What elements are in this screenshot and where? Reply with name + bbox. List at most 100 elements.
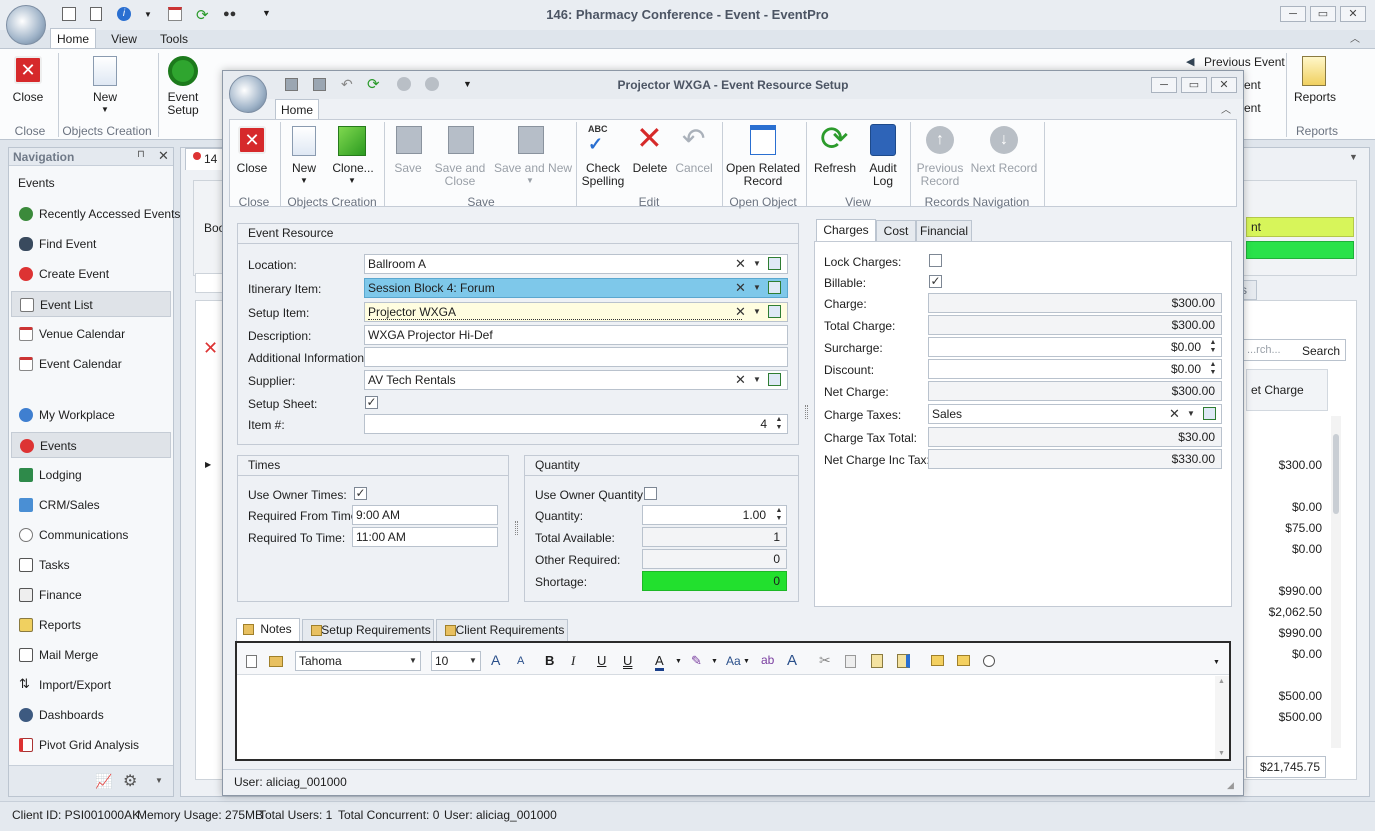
setup-sheet-checkbox[interactable]: ✓	[365, 396, 378, 409]
underline-icon[interactable]: U	[597, 653, 606, 668]
use-owner-quantity-checkbox[interactable]	[644, 487, 657, 500]
next-event-partial[interactable]: ent	[1244, 78, 1261, 92]
nav-find-event[interactable]: Find Event	[11, 231, 171, 257]
italic-icon[interactable]: I	[571, 653, 575, 669]
ribbon-collapse-icon[interactable]: ︿	[1350, 30, 1360, 45]
double-underline-icon[interactable]: U	[623, 653, 632, 668]
nav-finance[interactable]: Finance	[11, 582, 171, 608]
charge-taxes-lookup-icon[interactable]	[1203, 407, 1216, 420]
dialog-maximize-button[interactable]: ▭	[1181, 77, 1207, 93]
font-dialog-icon[interactable]: A	[787, 652, 797, 669]
surcharge-spinner[interactable]: ▲ ▼	[1208, 339, 1218, 355]
clear-format-icon[interactable]: ab	[761, 653, 774, 667]
tab-financial[interactable]: Financial	[916, 220, 972, 242]
nav-mail-merge[interactable]: Mail Merge	[11, 642, 171, 668]
refresh-button[interactable]: Refresh	[812, 162, 858, 175]
change-case-dropdown-icon[interactable]: ▼	[743, 658, 750, 665]
insert-field-icon[interactable]	[931, 655, 944, 666]
itinerary-dropdown-icon[interactable]: ▼	[753, 283, 761, 292]
shrink-font-icon[interactable]: A	[517, 655, 524, 667]
insert-image-icon[interactable]	[957, 655, 970, 666]
column-header-net-charge[interactable]: et Charge	[1246, 369, 1328, 411]
font-family-select[interactable]: Tahoma	[295, 651, 421, 671]
tab-tools[interactable]: Tools	[152, 32, 196, 46]
discount-spinner[interactable]: ▲ ▼	[1208, 361, 1218, 377]
location-dropdown-icon[interactable]: ▼	[753, 259, 761, 268]
reports-button[interactable]: Reports	[1292, 91, 1338, 104]
doc-list-dropdown-icon[interactable]: ▼	[1349, 152, 1358, 162]
dialog-ribbon-collapse-icon[interactable]: ︿	[1221, 101, 1231, 116]
nav-my-workplace[interactable]: My Workplace	[11, 402, 171, 428]
gear-icon[interactable]: ⚙	[123, 771, 137, 791]
itinerary-clear-icon[interactable]: ✕	[735, 280, 746, 296]
dialog-close-button[interactable]: ✕	[1211, 77, 1237, 93]
itinerary-item-field[interactable]: Session Block 4: Forum	[364, 278, 788, 298]
item-number-field[interactable]: 4	[364, 414, 788, 434]
previous-event-button[interactable]: Previous Event	[1204, 55, 1285, 69]
setup-item-lookup-icon[interactable]	[768, 305, 781, 318]
main-maximize-button[interactable]: ▭	[1310, 6, 1336, 22]
nav-venue-calendar[interactable]: Venue Calendar	[11, 321, 171, 347]
nav-reports[interactable]: Reports	[11, 612, 171, 638]
vertical-splitter-handle[interactable]	[805, 405, 808, 419]
nav-close-icon[interactable]: ✕	[158, 148, 169, 164]
charge-taxes-clear-icon[interactable]: ✕	[1169, 406, 1180, 422]
nav-recently-accessed-events[interactable]: Recently Accessed Events	[11, 201, 180, 227]
quantity-spinner[interactable]: ▲ ▼	[774, 507, 784, 523]
previous-record-button-line2[interactable]: Record	[914, 175, 966, 188]
lock-charges-checkbox[interactable]	[929, 254, 942, 267]
nav-tasks[interactable]: Tasks	[11, 552, 171, 578]
bold-icon[interactable]: B	[545, 653, 554, 668]
supplier-dropdown-icon[interactable]: ▼	[753, 375, 761, 384]
dialog-tab-home[interactable]: Home	[275, 99, 319, 120]
tab-view[interactable]: View	[104, 32, 144, 46]
charge-taxes-dropdown-icon[interactable]: ▼	[1187, 409, 1195, 418]
highlight-icon[interactable]: ✎	[691, 653, 702, 669]
location-field[interactable]: Ballroom A	[364, 254, 788, 274]
itinerary-lookup-icon[interactable]	[768, 281, 781, 294]
next-record-button[interactable]: Next Record	[970, 162, 1038, 175]
tab-setup-requirements[interactable]: Setup Requirements	[302, 619, 434, 641]
cancel-button[interactable]: Cancel	[674, 162, 714, 175]
setup-item-field[interactable]: Projector WXGA	[364, 302, 788, 322]
supplier-field[interactable]: AV Tech Rentals	[364, 370, 788, 390]
nav-crm-sales[interactable]: CRM/Sales	[11, 492, 171, 518]
nav-options-dropdown-icon[interactable]: ▼	[155, 776, 163, 785]
item-number-spinner[interactable]: ▲ ▼	[774, 416, 784, 432]
event-partial[interactable]: ent	[1244, 101, 1261, 115]
font-color-icon[interactable]: A	[655, 653, 664, 671]
new-button[interactable]: New	[286, 162, 322, 175]
main-minimize-button[interactable]: ─	[1280, 6, 1306, 22]
dialog-minimize-button[interactable]: ─	[1151, 77, 1177, 93]
main-close-button[interactable]: ✕	[1340, 6, 1366, 22]
nav-lodging[interactable]: Lodging	[11, 462, 171, 488]
notes-editor-textarea[interactable]	[237, 676, 1215, 759]
resize-grip-icon[interactable]: ◢	[1227, 780, 1234, 791]
copy-icon[interactable]	[845, 655, 856, 668]
toolbar-overflow-icon[interactable]: ▼	[1213, 659, 1220, 666]
bg-scrollbar[interactable]	[1331, 416, 1341, 748]
open-folder-icon[interactable]	[269, 656, 283, 667]
grow-font-icon[interactable]: A	[491, 652, 500, 668]
nav-create-event[interactable]: Create Event	[11, 261, 171, 287]
nav-event-calendar[interactable]: Event Calendar	[11, 351, 171, 377]
cut-icon[interactable]: ✂	[819, 652, 831, 669]
tab-charges[interactable]: Charges	[816, 219, 876, 242]
supplier-clear-icon[interactable]: ✕	[735, 372, 746, 388]
tab-home[interactable]: Home	[50, 28, 96, 49]
open-related-record-button-line2[interactable]: Record	[726, 175, 800, 188]
change-case-icon[interactable]: Aa	[726, 654, 741, 668]
highlight-dropdown-icon[interactable]: ▼	[711, 658, 718, 665]
clone-button[interactable]: Clone...	[330, 162, 376, 175]
tab-client-requirements[interactable]: Client Requirements	[436, 619, 568, 641]
nav-events[interactable]: Events	[11, 432, 171, 458]
pin-icon[interactable]: ⊓	[137, 149, 145, 160]
chart-icon[interactable]: 📈	[95, 773, 112, 790]
new-document-icon[interactable]	[246, 655, 257, 668]
search-button[interactable]: Search	[1302, 344, 1340, 358]
use-owner-times-checkbox[interactable]: ✓	[354, 487, 367, 500]
save-and-new-button[interactable]: Save and New	[494, 162, 572, 175]
supplier-lookup-icon[interactable]	[768, 373, 781, 386]
event-setup-button[interactable]: Event Setup	[164, 91, 202, 117]
font-size-dropdown-icon[interactable]: ▼	[469, 656, 477, 665]
